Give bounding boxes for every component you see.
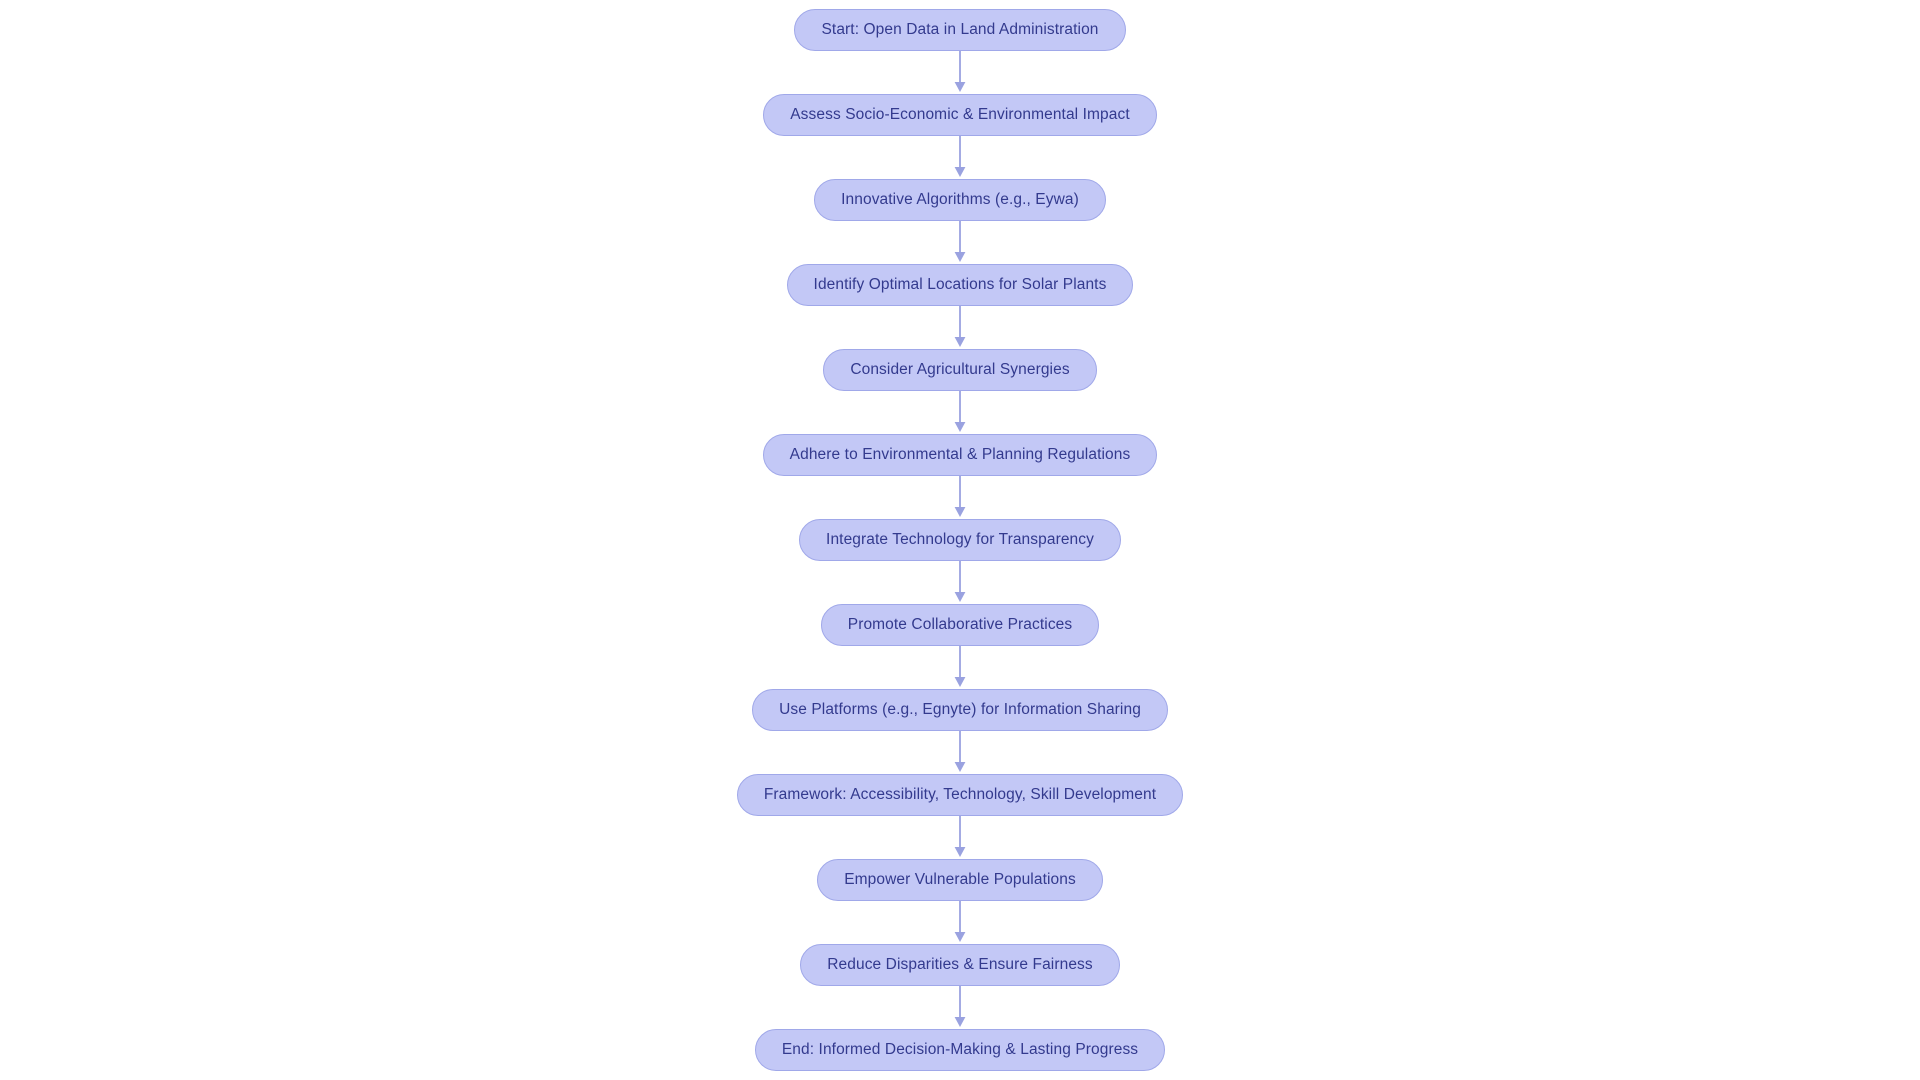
- flow-arrow-connector: [954, 731, 966, 772]
- flow-node-assess[interactable]: Assess Socio-Economic & Environmental Im…: [763, 94, 1157, 136]
- flow-arrow-connector: [954, 51, 966, 92]
- flow-node-label: Start: Open Data in Land Administration: [821, 21, 1099, 39]
- flow-node-label: Promote Collaborative Practices: [847, 616, 1073, 634]
- flow-node-end[interactable]: End: Informed Decision-Making & Lasting …: [754, 1029, 1166, 1071]
- flow-node-empower[interactable]: Empower Vulnerable Populations: [817, 859, 1103, 901]
- flow-node-label: Consider Agricultural Synergies: [850, 361, 1070, 379]
- flow-node-label: Integrate Technology for Transparency: [826, 531, 1094, 549]
- flow-node-platforms[interactable]: Use Platforms (e.g., Egnyte) for Informa…: [752, 689, 1168, 731]
- flow-node-label: Innovative Algorithms (e.g., Eywa): [841, 191, 1079, 209]
- flow-arrow-connector: [954, 136, 966, 177]
- flow-node-label: Framework: Accessibility, Technology, Sk…: [763, 786, 1157, 804]
- flow-node-framework[interactable]: Framework: Accessibility, Technology, Sk…: [736, 774, 1184, 816]
- flow-node-synergies[interactable]: Consider Agricultural Synergies: [823, 349, 1097, 391]
- flow-node-label: Reduce Disparities & Ensure Fairness: [827, 956, 1093, 974]
- flow-arrow-connector: [954, 476, 966, 517]
- flow-node-label: Empower Vulnerable Populations: [844, 871, 1076, 889]
- flow-arrow-connector: [954, 561, 966, 602]
- flow-node-label: Use Platforms (e.g., Egnyte) for Informa…: [779, 701, 1141, 719]
- flow-node-regulations[interactable]: Adhere to Environmental & Planning Regul…: [762, 434, 1158, 476]
- flow-node-fairness[interactable]: Reduce Disparities & Ensure Fairness: [800, 944, 1120, 986]
- flow-node-collaborative[interactable]: Promote Collaborative Practices: [820, 604, 1100, 646]
- flowchart-canvas: Start: Open Data in Land Administration A…: [0, 0, 1920, 1080]
- flow-arrow-connector: [954, 646, 966, 687]
- flow-node-label: Identify Optimal Locations for Solar Pla…: [813, 276, 1107, 294]
- flow-arrow-connector: [954, 221, 966, 262]
- flowchart-node-column: Start: Open Data in Land Administration A…: [0, 9, 1920, 1071]
- flow-node-start[interactable]: Start: Open Data in Land Administration: [794, 9, 1126, 51]
- flow-node-locations[interactable]: Identify Optimal Locations for Solar Pla…: [786, 264, 1134, 306]
- flow-arrow-connector: [954, 816, 966, 857]
- flow-arrow-connector: [954, 306, 966, 347]
- flow-node-algorithms[interactable]: Innovative Algorithms (e.g., Eywa): [814, 179, 1106, 221]
- flow-arrow-connector: [954, 986, 966, 1027]
- flow-arrow-connector: [954, 901, 966, 942]
- flow-node-label: Adhere to Environmental & Planning Regul…: [789, 446, 1131, 464]
- flow-arrow-connector: [954, 391, 966, 432]
- flow-node-label: Assess Socio-Economic & Environmental Im…: [790, 106, 1130, 124]
- flow-node-transparency[interactable]: Integrate Technology for Transparency: [799, 519, 1121, 561]
- flow-node-label: End: Informed Decision-Making & Lasting …: [781, 1041, 1139, 1059]
